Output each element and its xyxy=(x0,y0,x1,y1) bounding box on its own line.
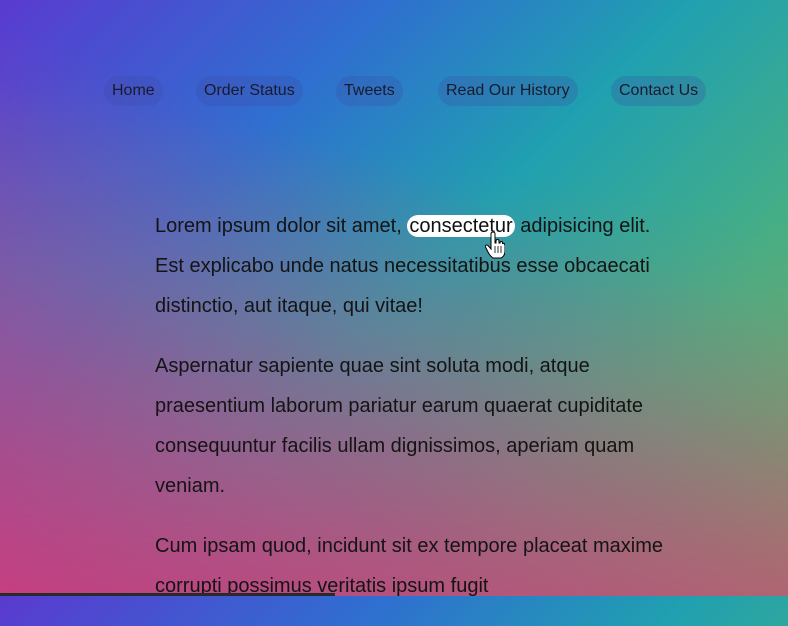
nav-order-status-link[interactable]: Order Status xyxy=(196,76,303,106)
nav-tweets-link[interactable]: Tweets xyxy=(336,76,403,106)
paragraph-1-text-start: Lorem ipsum dolor sit amet, xyxy=(155,215,408,237)
nav-history-link[interactable]: Read Our History xyxy=(438,76,578,106)
paragraph-2: Aspernatur sapiente quae sint soluta mod… xyxy=(155,355,644,497)
main-nav: Home Order Status Tweets Read Our Histor… xyxy=(104,76,707,106)
hand-pointer-icon xyxy=(485,232,505,259)
nav-contact-link[interactable]: Contact Us xyxy=(611,76,707,106)
article-content: Lorem ipsum dolor sit amet, consectetur … xyxy=(155,206,675,626)
paragraph-1: Lorem ipsum dolor sit amet, consectetur … xyxy=(155,206,675,326)
nav-home-link[interactable]: Home xyxy=(104,76,163,106)
